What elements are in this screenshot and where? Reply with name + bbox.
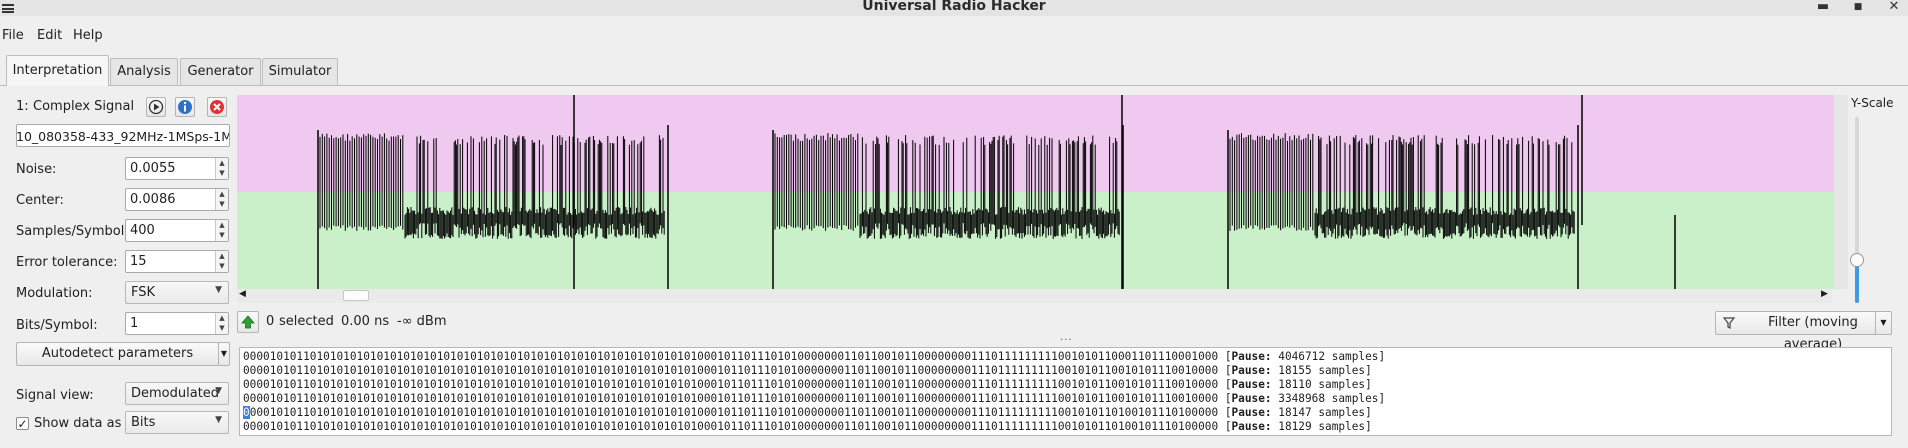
scroll-right-icon[interactable]: ▶ <box>1821 289 1828 299</box>
scroll-thumb[interactable] <box>343 290 369 301</box>
bits-per-symbol-label: Bits/Symbol: <box>16 318 98 333</box>
demodulated-data-view[interactable]: 0000101011010101010101010101010101010101… <box>239 347 1892 436</box>
signal-name: Complex Signal <box>33 99 135 114</box>
noise-label: Noise: <box>16 162 57 177</box>
bits-per-symbol-spinbox[interactable]: 1 ▲ ▼ <box>125 312 229 335</box>
pause-info: [Pause: 4046712 samples] <box>1218 350 1386 363</box>
chevron-down-icon: ▼ <box>215 386 222 396</box>
signal-view-select[interactable]: Demodulated ▼ <box>125 382 229 405</box>
data-line[interactable]: 0000101011010101010101010101010101010101… <box>243 378 1372 392</box>
filter-icon <box>1722 312 1736 340</box>
show-data-select[interactable]: Bits ▼ <box>125 411 229 434</box>
selected-count: 0 <box>266 314 275 329</box>
export-selection-button[interactable] <box>237 311 259 333</box>
chevron-down-icon: ▼ <box>215 285 222 295</box>
tab-interpretation[interactable]: Interpretation <box>6 55 109 86</box>
window-title: Universal Radio Hacker <box>862 0 1046 14</box>
tab-generator[interactable]: Generator <box>180 58 261 85</box>
info-button[interactable] <box>175 97 195 117</box>
splitter-handle[interactable]: ... <box>1060 332 1073 343</box>
data-line[interactable]: 0000101011010101010101010101010101010101… <box>243 350 1385 364</box>
info-icon <box>178 100 192 114</box>
samples-per-symbol-spinbox[interactable]: 400 ▲ ▼ <box>125 219 229 242</box>
noise-spinbox[interactable]: 0.0055 ▲ ▼ <box>125 157 229 180</box>
data-bits: 0000101011010101010101010101010101010101… <box>243 434 1218 435</box>
tab-divider <box>0 85 1908 86</box>
spin-arrows-icon[interactable]: ▲ ▼ <box>215 189 228 210</box>
menu-file[interactable]: File <box>2 28 24 43</box>
menu-edit[interactable]: Edit <box>37 28 62 43</box>
data-bits: 0000101011010101010101010101010101010101… <box>243 378 1219 391</box>
selection-power: -∞ dBm <box>397 314 447 329</box>
selection-duration: 0.00 ns <box>341 314 390 329</box>
data-line[interactable]: 0000101011010101010101010101010101010101… <box>243 434 1218 435</box>
y-scale-slider[interactable] <box>1850 253 1864 267</box>
modulation-label: Modulation: <box>16 286 93 301</box>
tab-simulator[interactable]: Simulator <box>262 58 338 85</box>
data-line[interactable]: 0000101011010101010101010101010101010101… <box>243 392 1385 406</box>
data-bits: 0000101011010101010101010101010101010101… <box>243 350 1219 363</box>
spin-arrows-icon[interactable]: ▲ ▼ <box>215 251 228 272</box>
spin-arrows-icon[interactable]: ▲ ▼ <box>215 220 228 241</box>
show-data-label: Show data as <box>34 416 122 431</box>
waveform <box>317 95 1676 289</box>
signal-horizontal-scrollbar[interactable]: ◀ ▶ <box>237 289 1832 303</box>
signal-filename-field[interactable]: 10_080358-433_92MHz-1MSps-1MHz <box>16 124 230 147</box>
close-icon[interactable]: ✕ <box>1886 0 1902 15</box>
data-line[interactable]: 0000101011010101010101010101010101010101… <box>243 406 1372 420</box>
samples-per-symbol-label: Samples/Symbol: <box>16 224 129 239</box>
signal-filename: 10_080358-433_92MHz-1MSps-1MHz <box>16 129 230 144</box>
close-circle-icon <box>210 100 224 114</box>
modulation-select[interactable]: FSK ▼ <box>125 281 229 304</box>
replay-button[interactable] <box>146 97 166 117</box>
signal-plot[interactable] <box>237 95 1837 289</box>
filter-menu-button[interactable]: ▼ <box>1875 311 1892 335</box>
data-line[interactable]: 0000101011010101010101010101010101010101… <box>243 420 1372 434</box>
signal-view-label: Signal view: <box>16 388 94 403</box>
scroll-left-icon[interactable]: ◀ <box>239 289 246 299</box>
data-bits: 0000101011010101010101010101010101010101… <box>243 392 1219 405</box>
tab-analysis[interactable]: Analysis <box>110 58 178 85</box>
maximize-icon[interactable]: ■ <box>1850 0 1866 15</box>
pause-info: [Pause: 18110 samples] <box>1218 378 1372 391</box>
spin-arrows-icon[interactable]: ▲ ▼ <box>215 158 228 179</box>
spin-arrows-icon[interactable]: ▲ ▼ <box>215 313 228 334</box>
error-tolerance-label: Error tolerance: <box>16 255 118 270</box>
pause-info: [Pause: 18155 samples] <box>1218 364 1372 377</box>
close-signal-button[interactable] <box>207 97 227 117</box>
autodetect-menu-button[interactable]: ▼ <box>218 342 230 366</box>
chevron-down-icon: ▼ <box>215 415 222 425</box>
minimize-icon[interactable]: ▬ <box>1815 0 1831 15</box>
center-spinbox[interactable]: 0.0086 ▲ ▼ <box>125 188 229 211</box>
data-bits: 0000101011010101010101010101010101010101… <box>243 364 1219 377</box>
pause-info: [Pause: 18129 samples] <box>1218 420 1372 433</box>
center-label: Center: <box>16 193 64 208</box>
pause-info: [Pause: 18147 samples] <box>1218 406 1372 419</box>
play-icon <box>148 99 164 115</box>
y-scale-label: Y-Scale <box>1851 96 1894 110</box>
data-bits: 0000101011010101010101010101010101010101… <box>243 420 1219 433</box>
show-data-checkbox[interactable]: ✓ <box>16 417 29 430</box>
signal-index: 1: <box>16 99 29 114</box>
filter-button[interactable]: Filter (moving average) <box>1715 311 1890 352</box>
up-arrow-icon <box>241 315 255 329</box>
selected-label: selected <box>279 314 334 329</box>
autodetect-button[interactable]: Autodetect parameters <box>16 342 219 366</box>
data-bits: 0000101011010101010101010101010101010101… <box>243 406 1219 419</box>
menu-help[interactable]: Help <box>73 28 103 43</box>
data-line[interactable]: 0000101011010101010101010101010101010101… <box>243 364 1372 378</box>
signal-vertical-scrollbar[interactable] <box>1834 95 1848 289</box>
error-tolerance-spinbox[interactable]: 15 ▲ ▼ <box>125 250 229 273</box>
pause-info: [Pause: 3348968 samples] <box>1218 392 1386 405</box>
